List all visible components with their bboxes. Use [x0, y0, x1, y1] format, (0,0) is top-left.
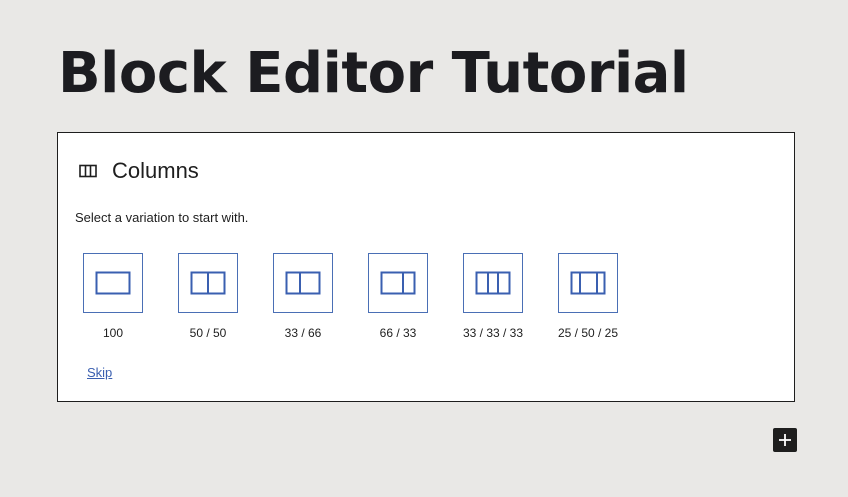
variation-item: 33 / 66 [273, 253, 368, 340]
variation-50-50-button[interactable] [178, 253, 238, 313]
variation-label: 50 / 50 [189, 326, 227, 340]
variation-33-66-button[interactable] [273, 253, 333, 313]
variation-item: 100 [83, 253, 178, 340]
placeholder-label: Columns [112, 158, 199, 183]
placeholder-header: Columns [78, 158, 199, 184]
column-66-33-icon [380, 271, 416, 295]
skip-link[interactable]: Skip [87, 365, 112, 380]
column-100-icon [95, 271, 131, 295]
variation-label: 33 / 33 / 33 [462, 326, 524, 340]
variation-33-33-33-button[interactable] [463, 253, 523, 313]
variation-picker: 100 50 / 50 33 / 66 66 / 33 33 / 33 / 33… [83, 253, 653, 340]
variation-item: 33 / 33 / 33 [463, 253, 558, 340]
column-33-66-icon [285, 271, 321, 295]
columns-icon [78, 161, 98, 181]
page-title[interactable]: Block Editor Tutorial [58, 38, 689, 110]
placeholder-instructions: Select a variation to start with. [75, 210, 249, 225]
column-33-33-33-icon [475, 271, 511, 295]
add-block-button[interactable] [773, 428, 797, 452]
variation-label: 66 / 33 [379, 326, 417, 340]
variation-label: 33 / 66 [284, 326, 322, 340]
columns-placeholder: Columns Select a variation to start with… [57, 132, 795, 402]
variation-25-50-25-button[interactable] [558, 253, 618, 313]
plus-icon [779, 434, 791, 446]
variation-item: 50 / 50 [178, 253, 273, 340]
variation-100-button[interactable] [83, 253, 143, 313]
variation-item: 66 / 33 [368, 253, 463, 340]
variation-66-33-button[interactable] [368, 253, 428, 313]
variation-label: 100 [102, 326, 124, 340]
column-25-50-25-icon [570, 271, 606, 295]
variation-label: 25 / 50 / 25 [557, 326, 619, 340]
column-50-50-icon [190, 271, 226, 295]
variation-item: 25 / 50 / 25 [558, 253, 653, 340]
